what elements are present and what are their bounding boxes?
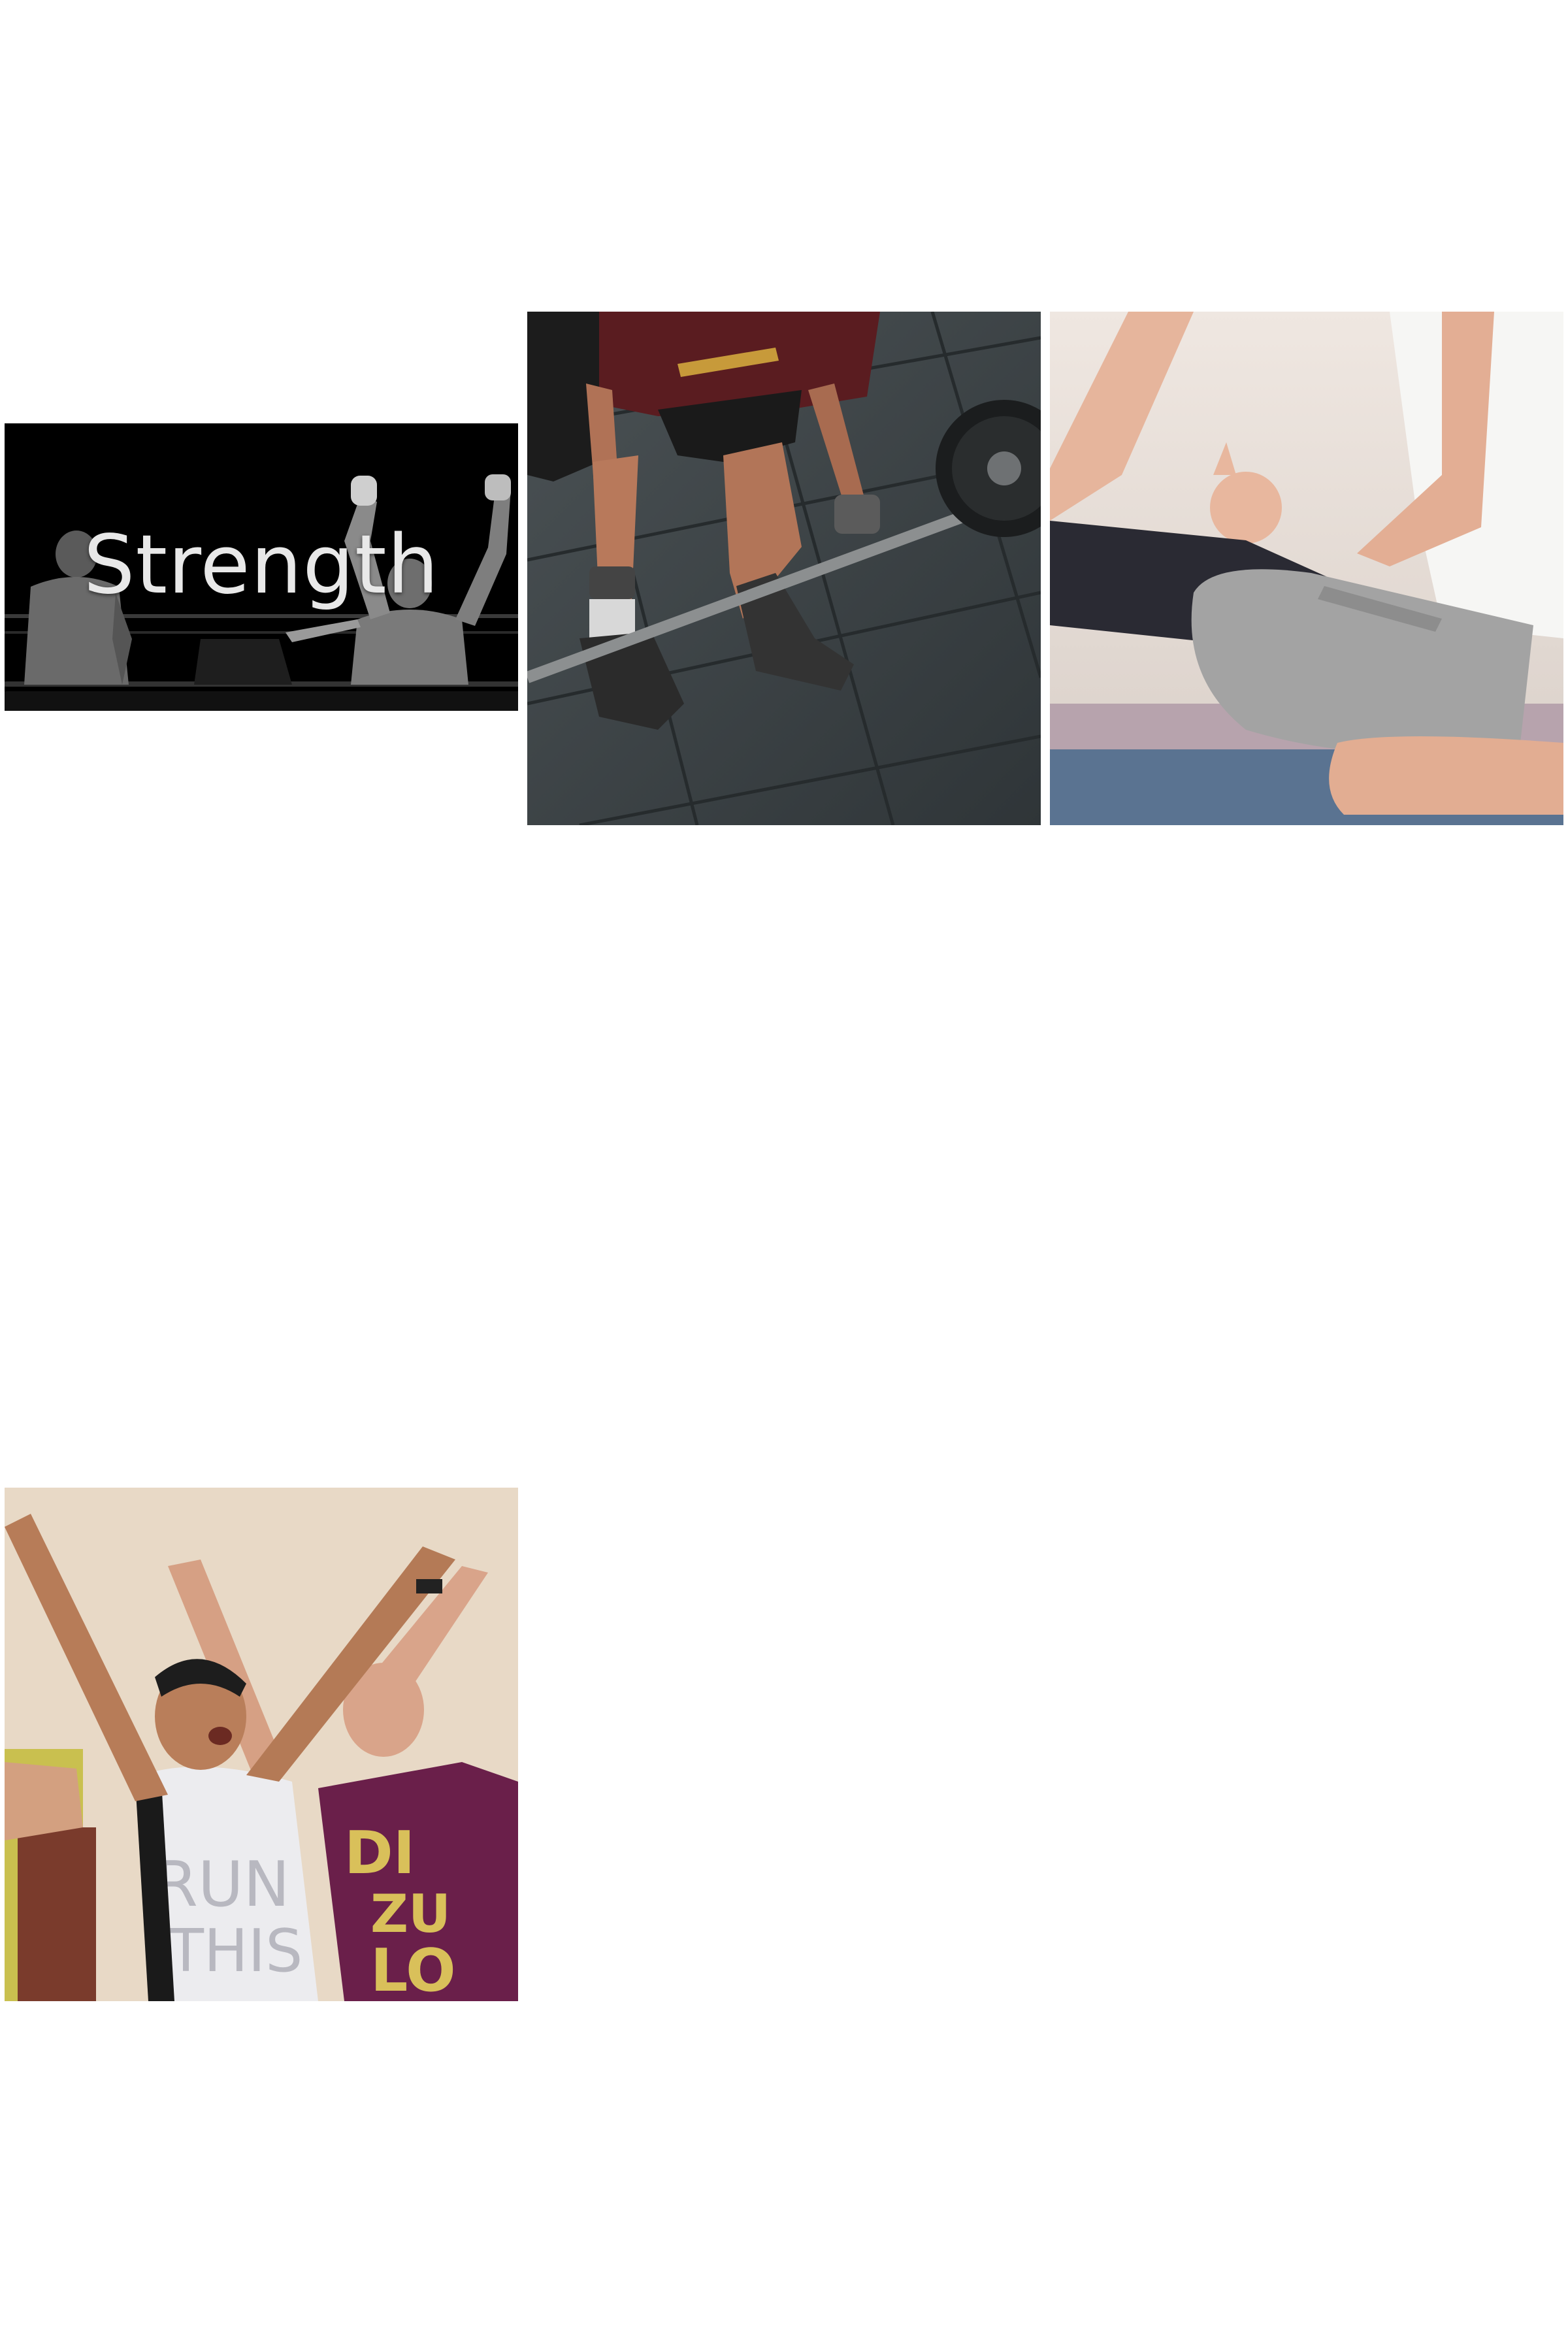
dance-tile[interactable]: DI ZU LO RUN THIS [5, 1488, 518, 2001]
yoga-tile[interactable] [1050, 312, 1563, 825]
dance-fitness-image: DI ZU LO RUN THIS [5, 1488, 518, 2001]
svg-text:RUN: RUN [155, 1849, 290, 1921]
gallery-page: Strength DI ZU LO RUN THIS [0, 0, 1568, 2352]
svg-text:THIS: THIS [167, 1917, 302, 1985]
yoga-meditation-image [1050, 312, 1563, 825]
deadlift-tile[interactable] [527, 312, 1041, 825]
strength-label: Strength [83, 518, 440, 612]
svg-text:LO: LO [370, 1936, 456, 2001]
barbell-deadlift-image [527, 312, 1041, 825]
svg-text:DI: DI [344, 1819, 415, 1887]
svg-text:ZU: ZU [370, 1884, 451, 1944]
strength-tile[interactable]: Strength [5, 423, 518, 711]
